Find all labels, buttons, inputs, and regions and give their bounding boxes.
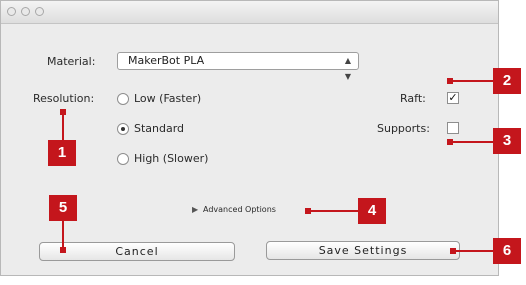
raft-checkbox[interactable]: ✓ — [447, 92, 459, 104]
material-select[interactable]: MakerBot PLA ▲ ▼ — [117, 52, 359, 81]
minimize-window-button[interactable] — [21, 7, 30, 16]
raft-label: Raft: — [400, 92, 426, 105]
callout-5-badge: 5 — [49, 195, 77, 221]
material-select-value: MakerBot PLA — [128, 54, 205, 67]
save-settings-button[interactable]: Save Settings — [266, 241, 460, 260]
callout-5-dot — [60, 247, 66, 253]
callout-6-badge: 6 — [493, 238, 521, 264]
close-window-button[interactable] — [7, 7, 16, 16]
radio-low[interactable] — [117, 93, 129, 105]
resolution-label: Resolution: — [33, 92, 95, 105]
callout-4-line — [308, 210, 360, 212]
print-settings-dialog: Material: MakerBot PLA ▲ ▼ Resolution: Lo… — [0, 0, 499, 276]
callout-6-line — [453, 250, 495, 252]
callout-3-badge: 3 — [493, 128, 521, 154]
select-arrows-icon: ▲ ▼ — [344, 56, 351, 81]
radio-low-label[interactable]: Low (Faster) — [134, 92, 201, 105]
material-label: Material: — [47, 55, 96, 68]
radio-standard-label[interactable]: Standard — [134, 122, 184, 135]
callout-4-badge: 4 — [358, 198, 386, 224]
callout-2-line — [450, 80, 495, 82]
radio-high[interactable] — [117, 153, 129, 165]
cancel-button[interactable]: Cancel — [39, 242, 235, 261]
supports-label: Supports: — [377, 122, 430, 135]
checkmark-icon: ✓ — [448, 91, 458, 104]
title-bar — [1, 1, 498, 24]
supports-checkbox[interactable] — [447, 122, 459, 134]
callout-1-line — [62, 112, 64, 142]
callout-5-line — [62, 221, 64, 249]
zoom-window-button[interactable] — [35, 7, 44, 16]
callout-3-line — [450, 141, 495, 143]
advanced-options-toggle[interactable]: Advanced Options — [203, 205, 276, 214]
disclosure-triangle-icon[interactable]: ▶ — [192, 205, 198, 214]
callout-1-badge: 1 — [48, 140, 76, 166]
radio-high-label[interactable]: High (Slower) — [134, 152, 208, 165]
radio-standard[interactable] — [117, 123, 129, 135]
callout-2-badge: 2 — [493, 68, 521, 94]
